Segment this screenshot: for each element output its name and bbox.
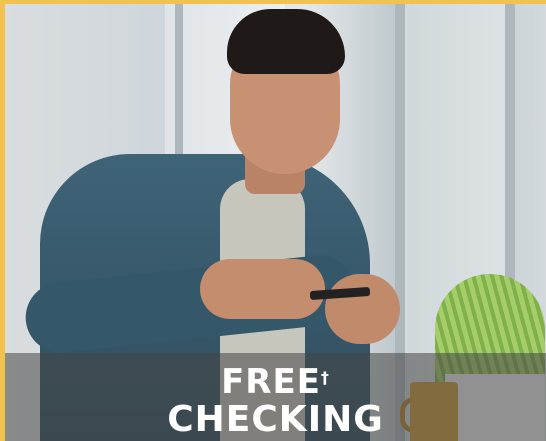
headline-line-2: CHECKING — [167, 399, 384, 440]
headline-line-1: FREE — [221, 362, 321, 402]
promo-banner[interactable]: FREE† CHECKING — [0, 0, 546, 441]
man-hand — [325, 274, 400, 344]
man-hair — [227, 9, 345, 74]
dagger-footnote-mark: † — [320, 368, 330, 387]
promo-headline: FREE† CHECKING — [5, 353, 546, 439]
man-hand — [200, 259, 325, 319]
